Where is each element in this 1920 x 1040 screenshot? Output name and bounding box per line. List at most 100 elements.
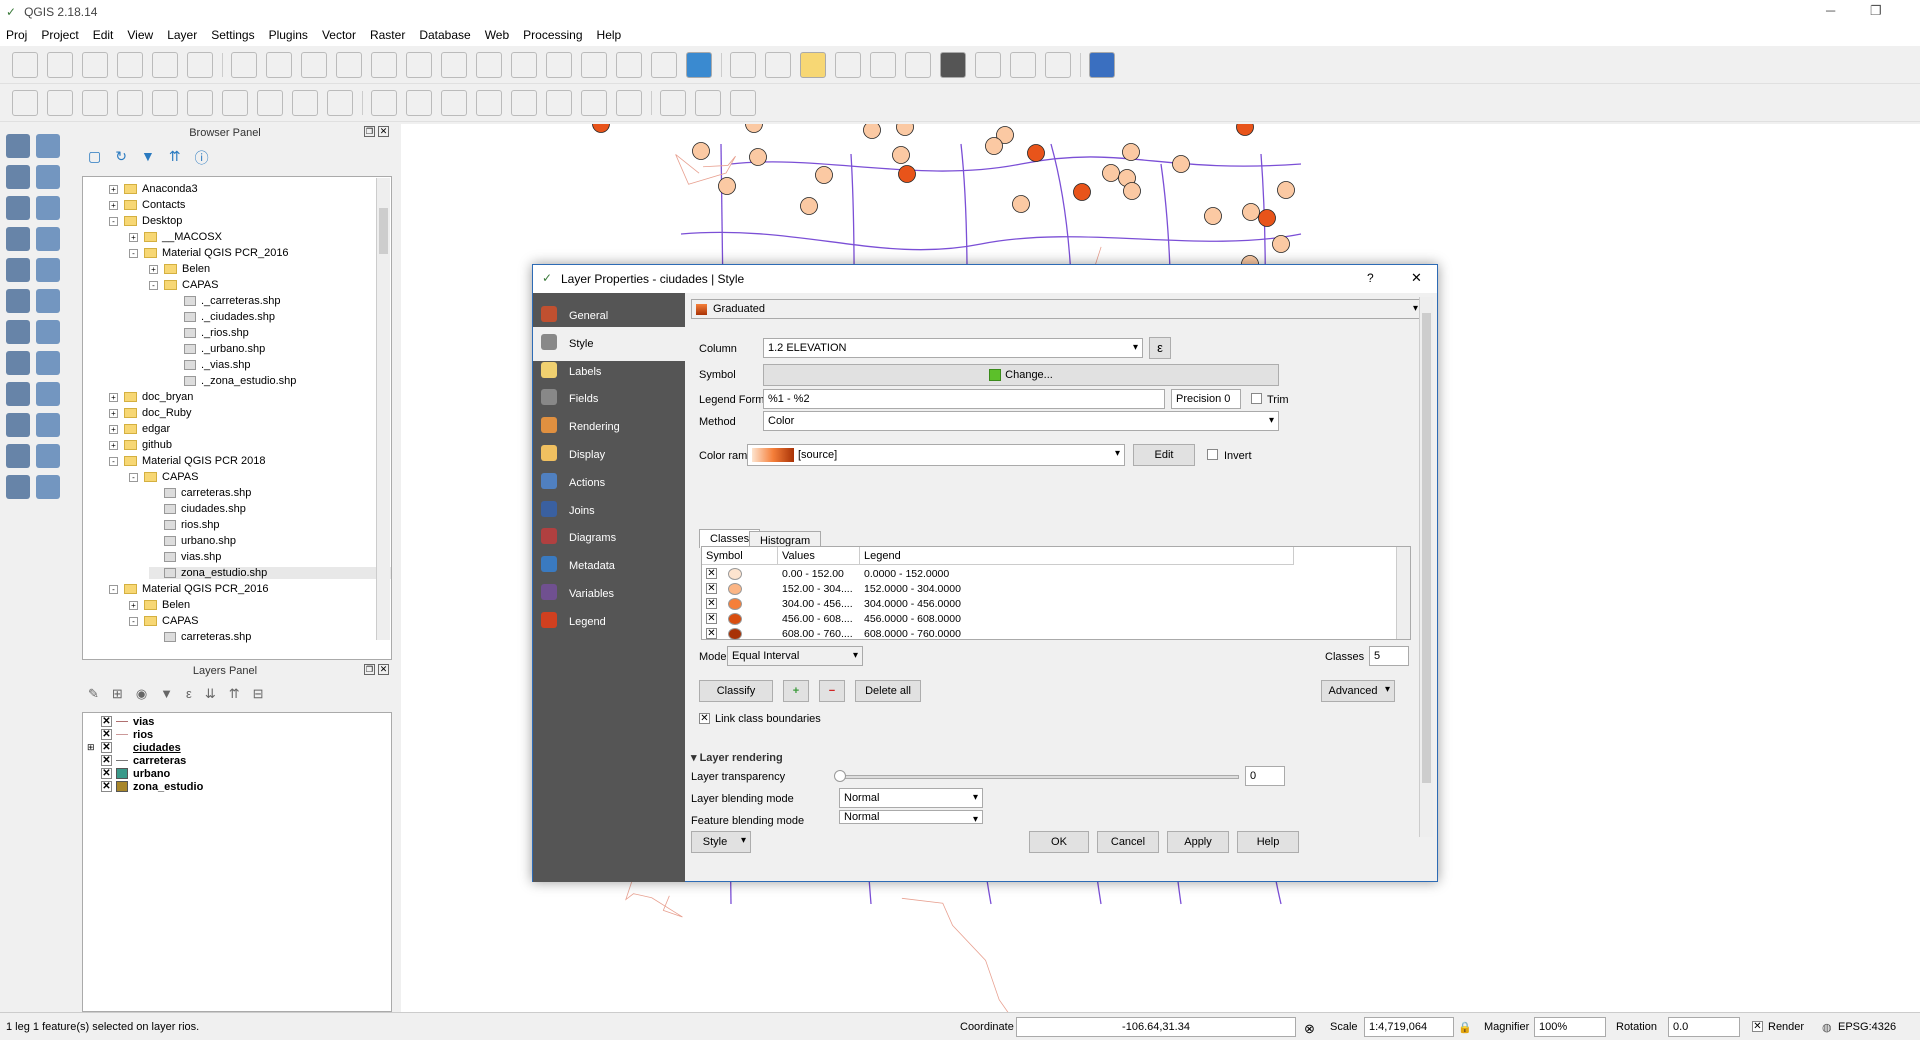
menu-proj[interactable]: Proj [6, 28, 27, 42]
browser-item[interactable]: carreteras.shp [149, 631, 251, 643]
layer-item[interactable]: ✕ zona_estudio [87, 780, 203, 793]
cut-features-icon[interactable] [257, 89, 283, 116]
class-symbol[interactable] [728, 568, 742, 580]
identify-icon[interactable] [730, 51, 756, 78]
transparency-spinbox[interactable]: 0 [1245, 766, 1285, 786]
add-spatialite-alt-icon[interactable] [36, 196, 60, 220]
browser-item[interactable]: + github [109, 439, 172, 451]
layer-item[interactable]: ✕ rios [87, 728, 153, 741]
mode-select[interactable]: Equal Interval [727, 646, 863, 666]
remove-layer-icon[interactable]: ⊟ [253, 686, 264, 702]
collapse-icon[interactable]: - [109, 456, 118, 466]
expand-icon[interactable]: + [109, 184, 118, 194]
add-virtual-alt-icon[interactable] [36, 444, 60, 468]
change-symbol-button[interactable]: Change... [763, 364, 1279, 386]
label-icon-icon[interactable] [371, 89, 397, 116]
action-icon[interactable] [765, 51, 791, 78]
class-row[interactable]: ✕ 456.00 - 608.... 456.0000 - 608.0000 [702, 611, 1392, 627]
class-visibility-checkbox[interactable]: ✕ [706, 598, 717, 609]
float-icon[interactable]: ❐ [364, 126, 375, 137]
zoom-full-icon[interactable] [441, 51, 467, 78]
add-class-icon[interactable]: + [783, 680, 809, 702]
zoom-to-selection-icon[interactable] [476, 51, 502, 78]
label-change-icon[interactable] [546, 89, 572, 116]
browser-item[interactable]: - Material QGIS PCR_2016 [109, 583, 269, 595]
browser-item[interactable]: rios.shp [149, 519, 220, 531]
menu-project[interactable]: Project [41, 28, 78, 42]
browser-item[interactable]: carreteras.shp [149, 487, 251, 499]
collapse-all-icon[interactable]: ⇈ [169, 148, 181, 168]
collapse-all-icon[interactable]: ⇈ [229, 686, 240, 702]
menu-help[interactable]: Help [597, 28, 622, 42]
expression-icon[interactable]: ε [1149, 337, 1171, 359]
class-symbol[interactable] [728, 598, 742, 610]
globe-icon[interactable]: ◍ [1822, 1021, 1832, 1034]
quick-map-icon[interactable] [730, 89, 756, 116]
filter-icon[interactable]: ▼ [160, 686, 173, 702]
layer-item[interactable]: ✕ vias [87, 715, 154, 728]
trim-checkbox[interactable] [1251, 393, 1262, 404]
layer-visibility-checkbox[interactable]: ✕ [101, 768, 112, 779]
menu-web[interactable]: Web [485, 28, 509, 42]
help-icon[interactable]: ? [1367, 271, 1374, 285]
label-properties-icon[interactable] [616, 89, 642, 116]
link-class-boundaries-checkbox[interactable]: ✕ [699, 713, 710, 724]
scale-field[interactable]: 1:4,719,064 [1364, 1017, 1454, 1037]
menu-processing[interactable]: Processing [523, 28, 582, 42]
expand-icon[interactable]: + [109, 408, 118, 418]
map-tips-icon[interactable] [1010, 51, 1036, 78]
invert-checkbox[interactable] [1207, 449, 1218, 460]
add-geopackage-alt-icon[interactable] [36, 475, 60, 499]
browser-item[interactable]: vias.shp [149, 551, 221, 563]
renderer-select[interactable]: Graduated [691, 299, 1423, 319]
new-print-composer-icon[interactable] [152, 51, 178, 78]
browser-item[interactable]: + doc_bryan [109, 391, 193, 403]
advanced-button[interactable]: Advanced [1321, 680, 1395, 702]
lock-icon[interactable]: 🔒 [1458, 1021, 1472, 1034]
measure-icon[interactable] [975, 51, 1001, 78]
dialog-scrollbar[interactable] [1419, 297, 1433, 837]
browser-item[interactable]: ciudades.shp [149, 503, 246, 515]
method-select[interactable]: Color [763, 411, 1279, 431]
add-spatialite-icon[interactable] [6, 196, 30, 220]
layer-visibility-checkbox[interactable]: ✕ [101, 742, 112, 753]
add-group-icon[interactable]: ⊞ [112, 686, 123, 702]
add-oracle-alt-icon[interactable] [36, 289, 60, 313]
browser-item[interactable]: + __MACOSX [129, 231, 222, 243]
apply-button[interactable]: Apply [1167, 831, 1229, 853]
add-oracle-icon[interactable] [6, 289, 30, 313]
zoom-to-layer-icon[interactable] [511, 51, 537, 78]
expand-icon[interactable]: + [109, 200, 118, 210]
magnifier-field[interactable]: 100% [1534, 1017, 1606, 1037]
collapse-icon[interactable]: - [129, 248, 138, 258]
add-postgis-icon[interactable] [6, 227, 30, 251]
classes-spinbox[interactable]: 5 [1369, 646, 1409, 666]
help-button[interactable]: Help [1237, 831, 1299, 853]
browser-item[interactable]: urbano.shp [149, 535, 236, 547]
class-row[interactable]: ✕ 0.00 - 152.00 0.0000 - 152.0000 [702, 566, 1392, 582]
add-mssql-icon[interactable] [6, 258, 30, 282]
add-wms-icon[interactable] [6, 320, 30, 344]
browser-item[interactable]: + edgar [109, 423, 170, 435]
menu-view[interactable]: View [127, 28, 153, 42]
refresh-icon[interactable]: ↻ [115, 148, 127, 168]
layer-item[interactable]: ⊞ ✕ ciudades [87, 741, 181, 754]
touch-zoom-icon[interactable] [231, 51, 257, 78]
expand-icon[interactable]: + [109, 424, 118, 434]
add-raster-alt-icon[interactable] [36, 165, 60, 189]
browser-scrollbar[interactable] [376, 178, 390, 640]
zoom-out-icon[interactable] [371, 51, 397, 78]
save-as-icon[interactable] [117, 51, 143, 78]
save-project-icon[interactable] [82, 51, 108, 78]
restore-icon[interactable]: ❐ [1870, 3, 1882, 19]
expand-icon[interactable]: + [109, 392, 118, 402]
refresh-icon[interactable] [686, 51, 712, 78]
classify-button[interactable]: Classify [699, 680, 773, 702]
class-visibility-checkbox[interactable]: ✕ [706, 583, 717, 594]
paste-features-icon[interactable] [327, 89, 353, 116]
layer-item[interactable]: ✕ carreteras [87, 754, 186, 767]
field-calculator-icon[interactable] [905, 51, 931, 78]
delete-selected-icon[interactable] [222, 89, 248, 116]
add-delimited-icon[interactable] [6, 413, 30, 437]
composer-manager-icon[interactable] [187, 51, 213, 78]
